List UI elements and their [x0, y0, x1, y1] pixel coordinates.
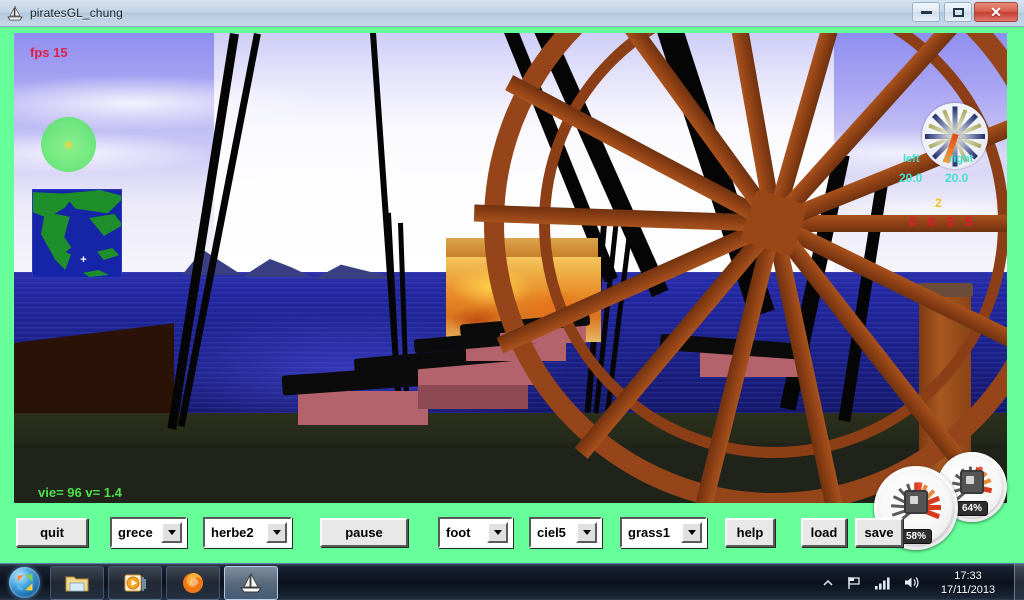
maximize-icon	[952, 7, 964, 17]
taskbar-clock[interactable]: 17:33 17/11/2013	[926, 569, 1010, 597]
close-icon: ✕	[990, 4, 1002, 20]
firefox-icon	[183, 572, 203, 593]
show-desktop-button[interactable]	[1014, 564, 1024, 600]
title-bar[interactable]: piratesGL_chung ✕	[0, 0, 1024, 27]
chevron-up-icon[interactable]	[822, 577, 834, 589]
memory-chip-icon	[959, 470, 984, 495]
mode-select-label: foot	[446, 524, 471, 540]
country-select-label: grece	[118, 524, 153, 540]
minimap[interactable]: +	[32, 189, 122, 278]
taskbar-pirates[interactable]	[224, 565, 278, 600]
chevron-down-icon[interactable]	[266, 521, 287, 543]
sky-select-label: ciel5	[537, 524, 566, 540]
help-button[interactable]: help	[725, 517, 775, 547]
mode-select[interactable]: foot	[438, 516, 513, 548]
network-bars-icon[interactable]	[874, 576, 891, 590]
taskbar: 17:33 17/11/2013	[0, 563, 1024, 600]
start-button[interactable]	[2, 566, 46, 600]
cannon-carriage	[298, 391, 428, 425]
window-title: piratesGL_chung	[30, 6, 123, 20]
ship-icon	[240, 572, 262, 592]
ammo-count: 2	[935, 196, 942, 210]
flag-icon[interactable]	[846, 575, 862, 591]
minimap-player-marker: +	[80, 254, 87, 266]
right-label: right	[949, 153, 974, 165]
windows-logo-icon	[8, 567, 40, 598]
minimize-icon	[920, 10, 932, 14]
maximize-button[interactable]	[944, 2, 972, 22]
radar-indicator	[41, 117, 96, 172]
left-value: 20.0	[899, 171, 923, 185]
radar-blip-icon	[64, 140, 73, 149]
mast-post-cap	[917, 283, 973, 297]
taskbar-firefox[interactable]	[166, 565, 220, 600]
load-button[interactable]: load	[801, 517, 847, 547]
screen: piratesGL_chung ✕ fps 15 + left right 20…	[0, 0, 1024, 600]
clock-date: 17/11/2013	[940, 583, 996, 596]
chevron-down-icon[interactable]	[487, 521, 508, 543]
chevron-down-icon[interactable]	[576, 521, 597, 543]
ship-icon	[6, 4, 24, 22]
terrain-select-label: herbe2	[211, 524, 254, 540]
ground-select[interactable]: grass1	[620, 516, 707, 548]
application-window: piratesGL_chung ✕ fps 15 + left right 20…	[0, 0, 1024, 563]
clock-time: 17:33	[954, 569, 982, 582]
sky-select[interactable]: ciel5	[529, 516, 602, 548]
close-button[interactable]: ✕	[974, 2, 1018, 22]
chevron-down-icon[interactable]	[681, 521, 702, 543]
minimap-land	[55, 248, 71, 270]
taskbar-explorer[interactable]	[50, 565, 104, 600]
minimap-land	[89, 214, 121, 236]
minimize-button[interactable]	[912, 2, 940, 22]
score-digits: 0 0 3 5	[909, 214, 977, 229]
left-label: left	[903, 153, 920, 165]
deck-front-layer	[14, 443, 1007, 503]
control-bar: quit grece herbe2 pause foot ciel5 grass…	[0, 508, 1024, 556]
folder-icon	[65, 576, 89, 591]
pause-button[interactable]: pause	[320, 517, 408, 547]
minimap-land	[97, 248, 119, 260]
cannon-carriage	[418, 381, 528, 409]
fps-counter: fps 15	[30, 45, 68, 60]
game-viewport[interactable]: fps 15 + left right 20.0 20.0 2 0 0 3 5 …	[14, 33, 1007, 503]
quit-button[interactable]: quit	[16, 517, 88, 547]
speaker-icon[interactable]	[903, 575, 920, 590]
system-tray: 17:33 17/11/2013	[816, 564, 1024, 600]
status-life: vie= 96 v= 1.4	[38, 485, 122, 500]
chevron-down-icon[interactable]	[161, 521, 182, 543]
taskbar-media-player[interactable]	[108, 565, 162, 600]
terrain-select[interactable]: herbe2	[203, 516, 292, 548]
media-player-icon	[124, 574, 146, 591]
right-value: 20.0	[945, 171, 969, 185]
country-select[interactable]: grece	[110, 516, 187, 548]
save-button[interactable]: save	[855, 517, 903, 547]
minimap-land	[83, 270, 109, 277]
ground-select-label: grass1	[628, 524, 670, 540]
